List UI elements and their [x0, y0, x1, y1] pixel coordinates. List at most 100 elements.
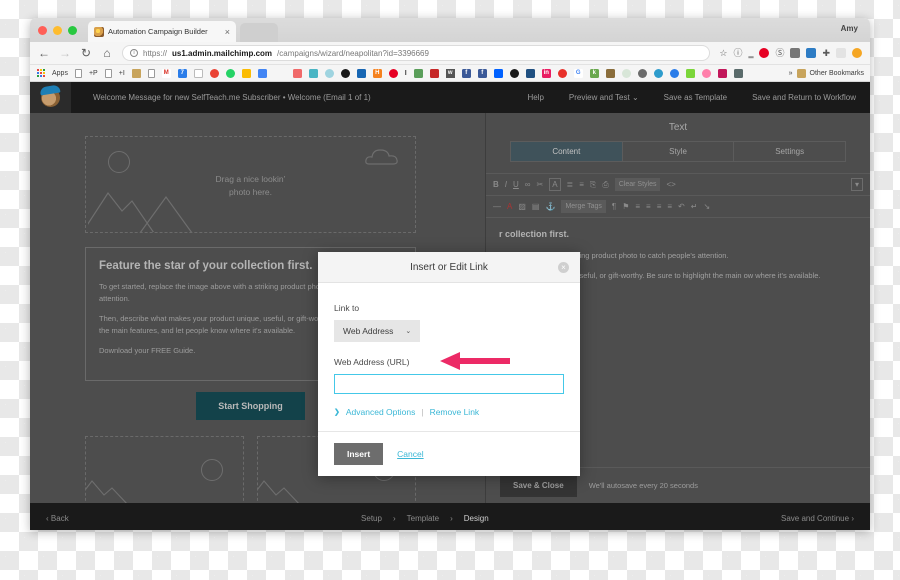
paragraph-icon[interactable]: ¶: [612, 201, 616, 212]
preview-and-test-button[interactable]: Preview and Test ⌄: [569, 93, 639, 102]
start-shopping-button[interactable]: Start Shopping: [196, 391, 305, 420]
gmail-icon[interactable]: M: [161, 68, 171, 78]
pocket-icon[interactable]: [790, 48, 801, 58]
copy-icon[interactable]: ⎘: [590, 179, 596, 190]
align-justify-icon[interactable]: ≡: [667, 201, 672, 212]
unordered-list-icon[interactable]: ≡: [579, 179, 584, 190]
tab-content[interactable]: Content: [511, 142, 623, 161]
align-center-icon[interactable]: ≡: [646, 201, 651, 212]
italic-icon[interactable]: I: [505, 179, 507, 190]
instagram-icon[interactable]: [413, 68, 423, 78]
cancel-button[interactable]: Cancel: [397, 449, 423, 459]
orange-dot-icon[interactable]: [852, 48, 862, 58]
pinterest-icon[interactable]: [759, 48, 770, 58]
other-bookmarks[interactable]: » Other Bookmarks: [789, 68, 864, 78]
script-icon[interactable]: w: [445, 68, 455, 78]
link-to-select[interactable]: Web Address ⌄: [334, 320, 421, 342]
doc-icon[interactable]: [104, 68, 112, 78]
reload-icon[interactable]: ↻: [80, 47, 92, 59]
image-icon[interactable]: A: [549, 178, 561, 191]
asana-icon[interactable]: [292, 68, 302, 78]
back-icon[interactable]: ←: [38, 47, 50, 59]
refresh-icon[interactable]: [669, 68, 679, 78]
wordpress-icon[interactable]: [637, 68, 647, 78]
back-button[interactable]: ‹ Back: [46, 514, 69, 523]
table-icon[interactable]: ▤: [532, 201, 540, 212]
browser-tab[interactable]: Automation Campaign Builder ×: [88, 21, 236, 42]
info-icon[interactable]: i: [130, 49, 138, 57]
redo-icon[interactable]: ↵: [691, 201, 698, 212]
google-icon[interactable]: G: [573, 68, 583, 78]
calendar-icon[interactable]: 7: [177, 68, 187, 78]
bold-icon[interactable]: B: [493, 179, 499, 190]
bookmark-plus-p[interactable]: +P: [89, 70, 98, 77]
kajabi-icon[interactable]: k: [589, 68, 599, 78]
close-window-button[interactable]: [38, 26, 47, 35]
window-controls[interactable]: [38, 26, 77, 35]
tab-settings[interactable]: Settings: [734, 142, 845, 161]
collapse-icon[interactable]: ▾: [850, 178, 863, 191]
paste-icon[interactable]: ⎙: [602, 179, 608, 190]
bookmark-apps-label[interactable]: Apps: [52, 70, 68, 77]
remove-link-link[interactable]: Remove Link: [430, 407, 480, 417]
whatsapp-icon[interactable]: [225, 68, 235, 78]
address-bar[interactable]: i https:// us1.admin.mailchimp.com/campai…: [122, 45, 711, 61]
pinterest2-icon[interactable]: [388, 68, 398, 78]
disc-icon[interactable]: [340, 68, 350, 78]
trello-icon[interactable]: [356, 68, 366, 78]
link-icon[interactable]: ∞: [525, 179, 531, 190]
evernote-icon[interactable]: [806, 48, 817, 58]
underline-icon[interactable]: U: [513, 179, 519, 190]
github-icon[interactable]: [509, 68, 519, 78]
profile-name[interactable]: Amy: [841, 24, 858, 33]
loop-icon[interactable]: [701, 68, 711, 78]
box-icon[interactable]: [308, 68, 318, 78]
adblock-icon[interactable]: Ⓢ: [775, 48, 784, 58]
breadcrumb-design[interactable]: Design: [464, 514, 489, 523]
advanced-options-link[interactable]: Advanced Options: [346, 407, 415, 417]
source-code-icon[interactable]: <>: [666, 179, 675, 190]
layers-icon[interactable]: [733, 68, 743, 78]
red-icon[interactable]: [717, 68, 727, 78]
image-placeholder-left[interactable]: [85, 435, 244, 503]
tab-style[interactable]: Style: [623, 142, 735, 161]
unlink-icon[interactable]: ✂: [537, 179, 544, 190]
linkedin-icon[interactable]: in: [541, 68, 551, 78]
minimize-window-button[interactable]: [53, 26, 62, 35]
font-size-icon[interactable]: —: [493, 201, 501, 212]
save-and-close-button[interactable]: Save & Close: [500, 474, 577, 497]
home-icon[interactable]: ⌂: [101, 47, 113, 59]
doc-icon[interactable]: [74, 68, 82, 78]
ordered-list-icon[interactable]: ≣: [567, 179, 574, 190]
rtl-icon[interactable]: ⚑: [622, 201, 629, 212]
align-left-icon[interactable]: ≡: [635, 201, 640, 212]
doc-icon[interactable]: [147, 68, 155, 78]
dropbox-icon[interactable]: [493, 68, 503, 78]
flash-icon[interactable]: [429, 68, 439, 78]
close-icon[interactable]: ×: [558, 261, 569, 273]
forward-icon[interactable]: →: [59, 47, 71, 59]
save-and-return-button[interactable]: Save and Return to Workflow: [752, 93, 856, 102]
bitbucket-icon[interactable]: [525, 68, 535, 78]
web-address-input[interactable]: [334, 374, 564, 394]
circle-icon[interactable]: [621, 68, 631, 78]
image-placeholder-hero[interactable]: Drag a nice lookin’ photo here.: [85, 136, 416, 233]
text-color-icon[interactable]: A: [507, 201, 512, 212]
breadcrumb-template[interactable]: Template: [407, 514, 439, 523]
save-and-continue-button[interactable]: Save and Continue ›: [781, 514, 854, 523]
briefcase-icon[interactable]: [605, 68, 615, 78]
add-icon[interactable]: ✚: [822, 48, 830, 58]
help-button[interactable]: Help: [527, 93, 543, 102]
breadcrumb-setup[interactable]: Setup: [361, 514, 382, 523]
facebook2-icon[interactable]: f: [477, 68, 487, 78]
cloud-icon[interactable]: [324, 68, 334, 78]
maximize-window-button[interactable]: [68, 26, 77, 35]
clear-styles-button[interactable]: Clear Styles: [614, 178, 661, 191]
highlight-icon[interactable]: ▨: [518, 201, 526, 212]
undo-icon[interactable]: ↶: [678, 201, 685, 212]
facebook-icon[interactable]: f: [461, 68, 471, 78]
new-tab-button[interactable]: [240, 23, 278, 42]
bookmarks-overflow-icon[interactable]: »: [789, 70, 793, 77]
folder-icon[interactable]: [131, 68, 141, 78]
lastpass-icon[interactable]: ‗: [748, 48, 753, 58]
